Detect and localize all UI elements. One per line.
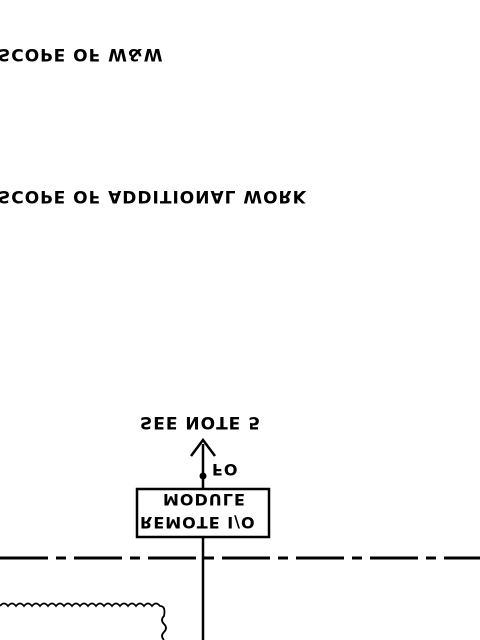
drawing-canvas: SCOPE OF W&W SCOPE OF ADDITIONAL WORK SE…	[0, 0, 480, 640]
remote-io-label: REMOTE I/O	[140, 513, 256, 532]
connection-dot	[199, 472, 207, 480]
scope-mw-label: SCOPE OF W&W	[0, 44, 164, 64]
revision-cloud	[0, 602, 167, 640]
scope-additional-work-label: SCOPE OF ADDITIONAL WORK	[0, 186, 307, 206]
drawing-lines	[0, 437, 480, 640]
see-note-label: SEE NOTE 5	[140, 412, 262, 432]
fo-label: FO	[212, 460, 239, 479]
module-label: MODULE	[163, 490, 246, 509]
